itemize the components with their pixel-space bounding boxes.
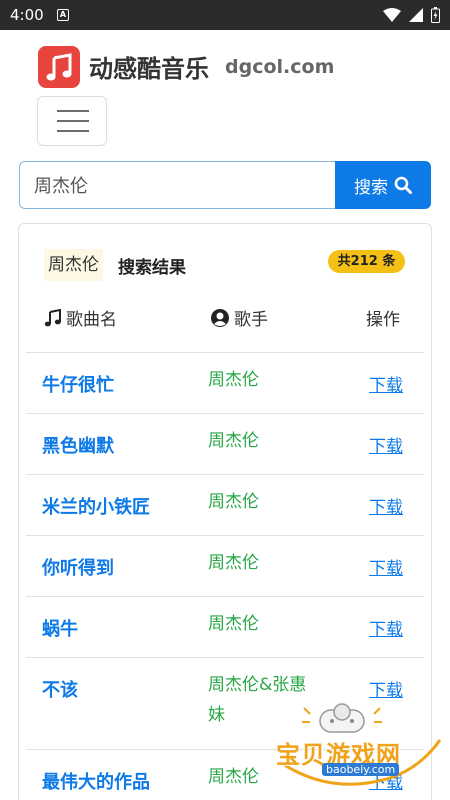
result-count-badge: 共212 条 — [328, 250, 405, 273]
artist-name: 周杰伦 — [208, 370, 259, 390]
column-header-artist: 歌手 — [210, 305, 268, 330]
app-logo[interactable] — [38, 46, 80, 88]
watermark-url: baobeiy.com — [322, 763, 400, 776]
song-link[interactable]: 牛仔很忙 — [42, 371, 114, 397]
artist-name: 周杰伦 — [208, 431, 259, 451]
search-query-highlight: 周杰伦 — [44, 249, 103, 281]
table-row: 你听得到 周杰伦 下载 — [26, 535, 424, 596]
search-icon — [394, 176, 412, 194]
music-note-icon — [46, 53, 72, 81]
column-header-song: 歌曲名 — [44, 305, 117, 330]
battery-icon — [431, 7, 440, 23]
song-link[interactable]: 不该 — [42, 676, 78, 702]
download-link[interactable]: 下载 — [369, 371, 403, 396]
status-time: 4:00 — [10, 6, 44, 24]
table-row: 米兰的小铁匠 周杰伦 下载 — [26, 474, 424, 535]
column-header-action-label: 操作 — [366, 310, 400, 330]
song-link[interactable]: 最伟大的作品 — [42, 768, 150, 794]
song-link[interactable]: 蜗牛 — [42, 615, 78, 641]
download-link[interactable]: 下载 — [369, 554, 403, 579]
table-row: 蜗牛 周杰伦 下载 — [26, 596, 424, 657]
download-link[interactable]: 下载 — [369, 676, 403, 701]
download-link[interactable]: 下载 — [369, 615, 403, 640]
artist-name: 周杰伦 — [208, 492, 259, 512]
table-row: 牛仔很忙 周杰伦 下载 — [26, 352, 424, 413]
user-circle-icon — [211, 308, 229, 327]
song-link[interactable]: 米兰的小铁匠 — [42, 493, 150, 519]
wifi-icon — [383, 8, 401, 22]
status-bar: 4:00 A — [0, 0, 450, 30]
artist-name: 周杰伦 — [208, 553, 259, 573]
download-link[interactable]: 下载 — [369, 432, 403, 457]
brand-name[interactable]: 动感酷音乐 — [89, 49, 209, 84]
song-link[interactable]: 你听得到 — [42, 554, 114, 580]
search-input[interactable] — [19, 161, 336, 209]
column-header-artist-label: 歌手 — [234, 310, 268, 330]
signal-icon — [409, 8, 423, 22]
table-row: 黑色幽默 周杰伦 下载 — [26, 413, 424, 474]
song-link[interactable]: 黑色幽默 — [42, 432, 114, 458]
search-button[interactable]: 搜索 — [335, 161, 431, 209]
notification-a-icon: A — [57, 9, 69, 21]
status-icons — [383, 7, 440, 23]
download-link[interactable]: 下载 — [369, 493, 403, 518]
results-title: 搜索结果 — [118, 258, 186, 278]
menu-toggle-button[interactable] — [37, 96, 107, 146]
search-button-label: 搜索 — [354, 177, 388, 198]
artist-name: 周杰伦 — [208, 614, 259, 634]
music-note-icon — [44, 308, 61, 326]
column-header-song-label: 歌曲名 — [66, 310, 117, 330]
brand-domain[interactable]: dgcol.com — [225, 56, 334, 78]
column-header-action: 操作 — [366, 305, 400, 330]
